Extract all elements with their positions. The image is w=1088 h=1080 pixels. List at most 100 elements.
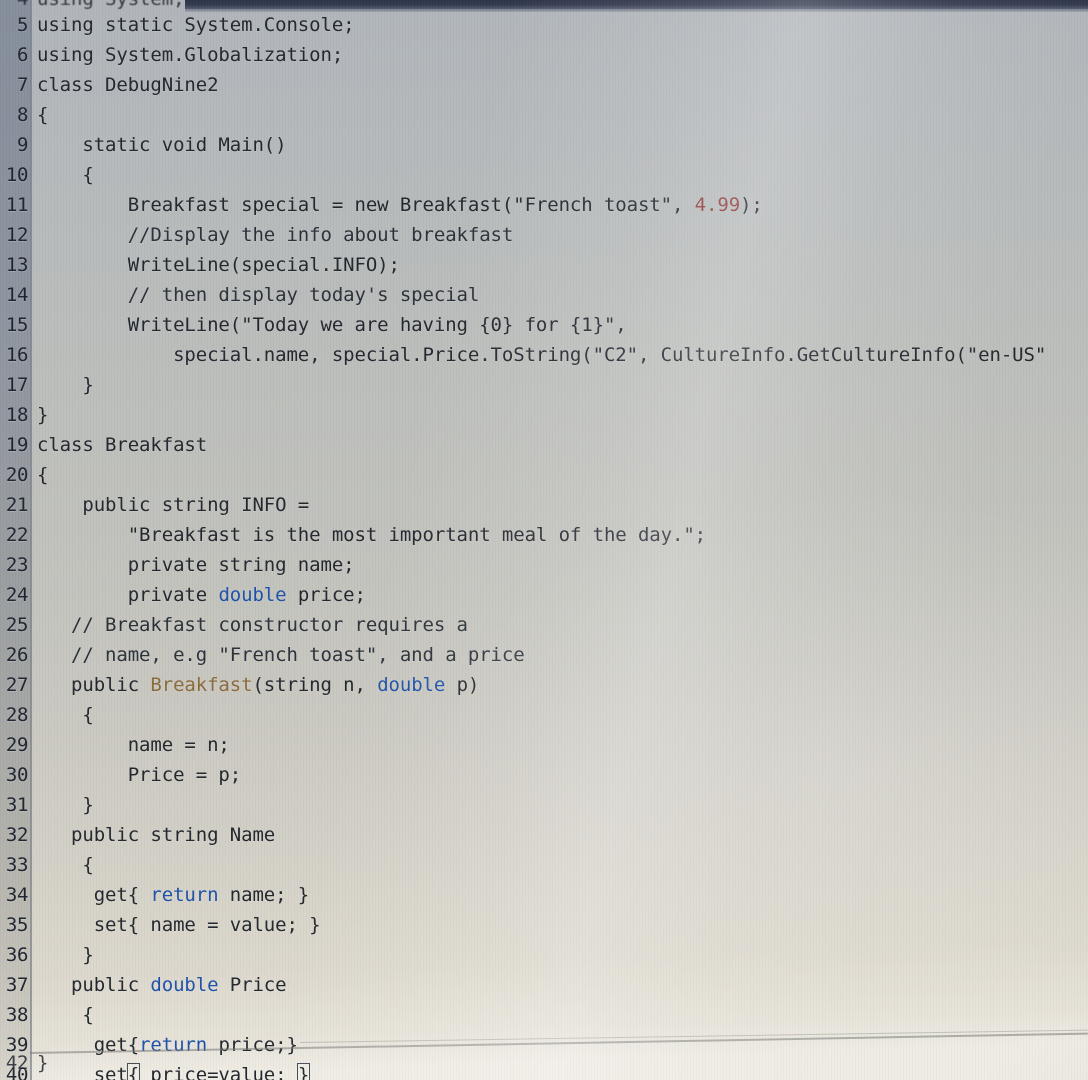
line-number: 34 [5,884,28,906]
line-number: 31 [5,794,28,816]
code-line[interactable]: 29 name = n; [0,730,1088,760]
code-line-text[interactable]: class Breakfast [30,430,1088,460]
code-line-text[interactable]: { [30,160,1088,190]
code-line[interactable]: 18} [0,400,1088,430]
line-number: 37 [5,974,28,996]
code-line[interactable]: 13 WriteLine(special.INFO); [0,250,1088,280]
code-line[interactable]: 12 //Display the info about breakfast [0,220,1088,250]
code-line-text[interactable]: public double Price [30,970,1088,1000]
code-line-text[interactable]: private double price; [30,580,1088,610]
line-number: 9 [16,134,28,156]
code-line[interactable]: 15 WriteLine("Today we are having {0} fo… [0,310,1088,340]
code-line-text[interactable]: // name, e.g "French toast", and a price [30,640,1088,670]
code-line[interactable]: 32 public string Name [0,820,1088,850]
line-number: 11 [5,194,28,216]
line-number: 30 [5,764,28,786]
code-line-text[interactable]: Breakfast special = new Breakfast("Frenc… [30,190,1088,220]
line-number: 18 [5,404,28,426]
code-line-text[interactable]: get{ return name; } [30,880,1088,910]
line-number: 38 [5,1004,28,1026]
code-line[interactable]: 14 // then display today's special [0,280,1088,310]
code-line-text[interactable]: name = n; [30,730,1088,760]
line-number: 22 [5,524,28,546]
line-number: 21 [5,494,28,516]
code-line[interactable]: 22 "Breakfast is the most important meal… [0,520,1088,550]
code-line[interactable]: 33 { [0,850,1088,880]
line-number: 15 [5,314,28,336]
code-line[interactable]: 30 Price = p; [0,760,1088,790]
code-line-text[interactable]: using System.Globalization; [30,40,1088,70]
code-line[interactable]: 8{ [0,100,1088,130]
line-number: 29 [5,734,28,756]
code-line-text[interactable]: WriteLine(special.INFO); [30,250,1088,280]
line-number: 20 [5,464,28,486]
line-number: 19 [5,434,28,456]
clipped-bottom-line: 42 } [0,1048,1088,1078]
code-line[interactable]: 20{ [0,460,1088,490]
code-editor[interactable]: 4 using System; 5using static System.Con… [0,0,1088,1080]
code-line-text[interactable]: special.name, special.Price.ToString("C2… [30,340,1088,370]
code-line-text[interactable]: { [30,460,1088,490]
code-line-text[interactable]: } [30,370,1088,400]
code-line[interactable]: 31 } [0,790,1088,820]
code-line-text[interactable]: //Display the info about breakfast [30,220,1088,250]
line-number: 33 [5,854,28,876]
line-number: 42 [5,1052,28,1074]
line-number: 14 [5,284,28,306]
line-number: 5 [16,14,28,36]
code-line[interactable]: 36 } [0,940,1088,970]
code-line-text[interactable]: } [30,1048,1088,1078]
code-line-text[interactable]: public string INFO = [30,490,1088,520]
code-line[interactable]: 6 using System.Globalization; [0,40,1088,70]
line-number: 26 [5,644,28,666]
code-line[interactable]: 27 public Breakfast(string n, double p) [0,670,1088,700]
code-line-text[interactable]: public string Name [30,820,1088,850]
code-line-text[interactable]: public Breakfast(string n, double p) [30,670,1088,700]
line-number: 32 [5,824,28,846]
line-number: 28 [5,704,28,726]
code-line-text[interactable]: set{ name = value; } [30,910,1088,940]
code-line[interactable]: 21 public string INFO = [0,490,1088,520]
code-line-text[interactable]: { [30,850,1088,880]
code-line[interactable]: 28 { [0,700,1088,730]
code-line[interactable]: 17 } [0,370,1088,400]
code-line[interactable]: 38 { [0,1000,1088,1030]
code-line-text[interactable]: class DebugNine2 [30,70,1088,100]
code-line-text[interactable]: } [30,790,1088,820]
code-line-text[interactable]: "Breakfast is the most important meal of… [30,520,1088,550]
code-line-text[interactable]: // then display today's special [30,280,1088,310]
code-line-text[interactable]: { [30,700,1088,730]
code-line-text[interactable]: { [30,1000,1088,1030]
line-number: 17 [5,374,28,396]
code-line[interactable]: 23 private string name; [0,550,1088,580]
screenshot-root: 4 using System; 5using static System.Con… [0,0,1088,1080]
code-line-text[interactable]: // Breakfast constructor requires a [30,610,1088,640]
code-line[interactable]: 19 class Breakfast [0,430,1088,460]
code-line-text[interactable]: } [30,400,1088,430]
code-line-text[interactable]: using static System.Console; [30,10,1088,40]
code-line-text[interactable]: WriteLine("Today we are having {0} for {… [30,310,1088,340]
code-line[interactable]: 37 public double Price [0,970,1088,1000]
code-line-text[interactable]: { [30,100,1088,130]
code-line[interactable]: 7 class DebugNine2 [0,70,1088,100]
code-line[interactable]: 26 // name, e.g "French toast", and a pr… [0,640,1088,670]
line-number: 23 [5,554,28,576]
code-line[interactable]: 25 // Breakfast constructor requires a [0,610,1088,640]
line-number: 36 [5,944,28,966]
line-number: 6 [16,44,28,66]
code-line[interactable]: 35 set{ name = value; } [0,910,1088,940]
code-line[interactable]: 9 static void Main() [0,130,1088,160]
code-line-text[interactable]: } [30,940,1088,970]
code-line-text[interactable]: private string name; [30,550,1088,580]
code-line[interactable]: 16 special.name, special.Price.ToString(… [0,340,1088,370]
code-line[interactable]: 34 get{ return name; } [0,880,1088,910]
code-line[interactable]: 10 { [0,160,1088,190]
line-number: 12 [5,224,28,246]
code-line-text[interactable]: Price = p; [30,760,1088,790]
code-line[interactable]: 24 private double price; [0,580,1088,610]
code-line-text[interactable]: static void Main() [30,130,1088,160]
line-number: 13 [5,254,28,276]
code-line[interactable]: 5 using static System.Console; [0,10,1088,40]
line-number: 10 [5,164,28,186]
code-line[interactable]: 11 Breakfast special = new Breakfast("Fr… [0,190,1088,220]
